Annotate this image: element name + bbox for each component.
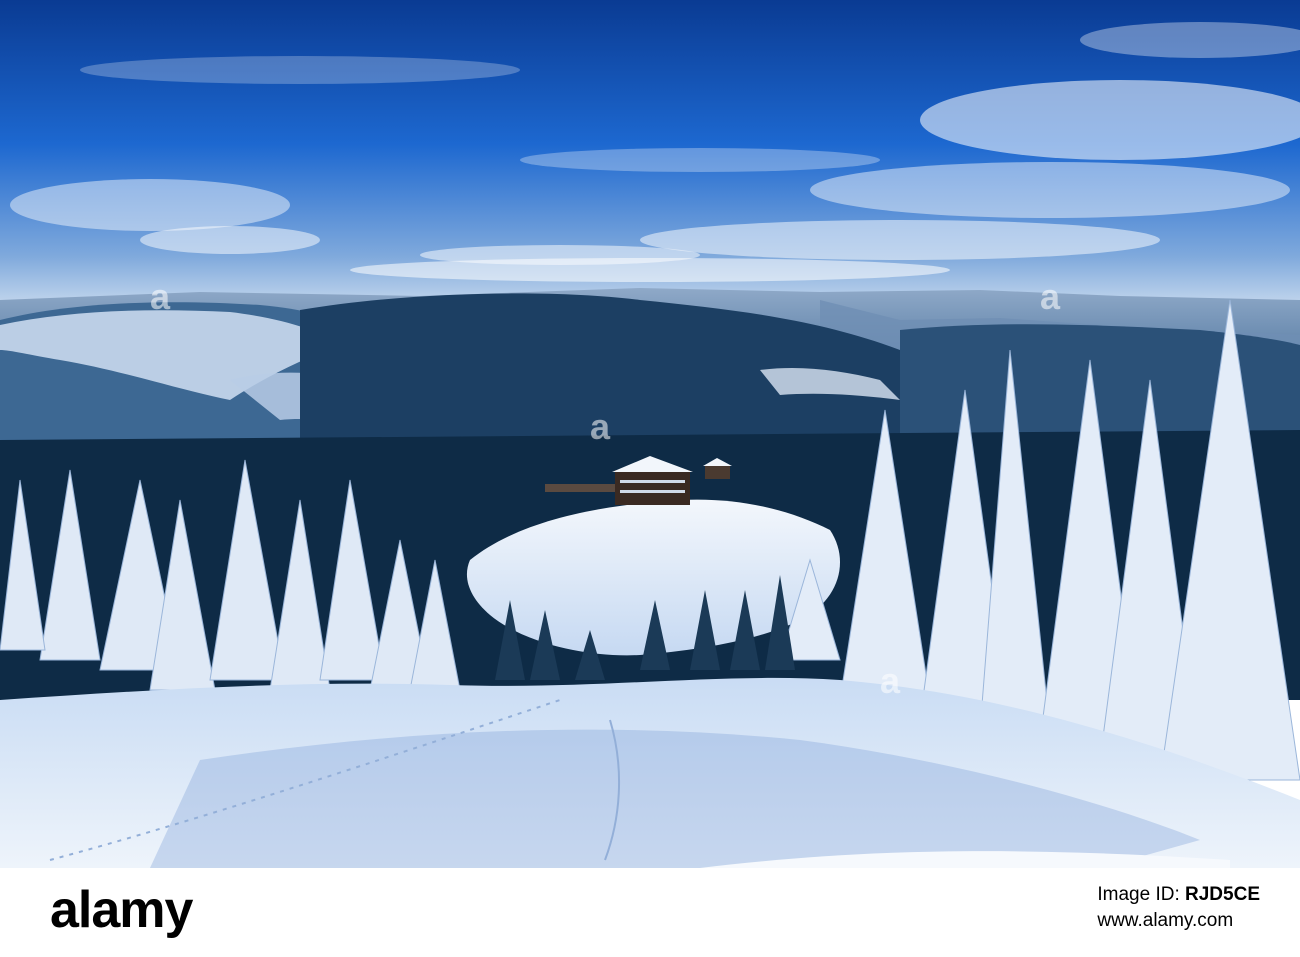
alamy-logo[interactable]: alamy [50, 881, 193, 939]
watermark-1: a [150, 276, 172, 317]
landscape-photo: a a a a [0, 0, 1300, 868]
watermark-4: a [880, 660, 902, 701]
watermark-3: a [1040, 276, 1062, 317]
watermark-2: a [590, 406, 612, 447]
footer-bar: alamy Image ID: RJD5CE www.alamy.com [0, 868, 1300, 957]
snowy-valley-illustration [0, 0, 1300, 868]
site-url[interactable]: www.alamy.com [1097, 908, 1260, 934]
image-info: Image ID: RJD5CE www.alamy.com [1097, 882, 1260, 934]
image-id-value: RJD5CE [1185, 884, 1260, 905]
image-id-label: Image ID: [1097, 884, 1180, 905]
logo-text: alamy [50, 881, 193, 939]
image-id-line: Image ID: RJD5CE [1097, 882, 1260, 908]
